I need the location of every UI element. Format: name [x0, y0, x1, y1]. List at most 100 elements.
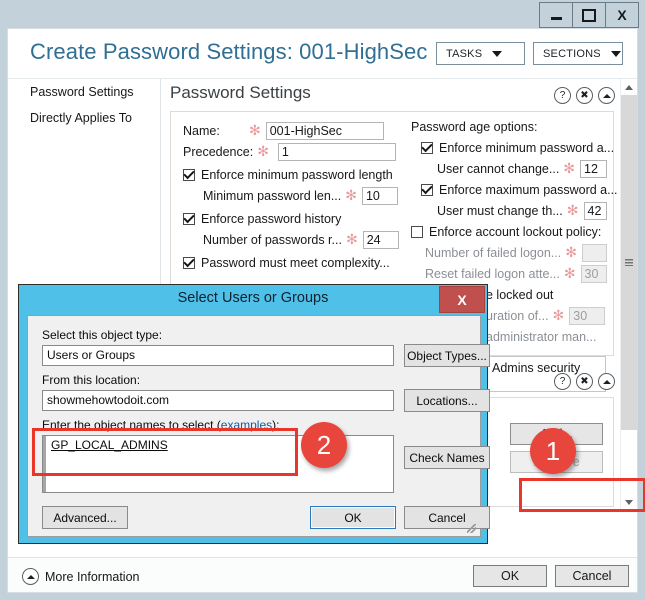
chevron-down-icon	[492, 50, 503, 57]
sidebar-item-label: Password Settings	[30, 85, 134, 99]
name-input[interactable]: 001-HighSec	[265, 121, 384, 140]
lockout-duration-input[interactable]: 30	[569, 306, 606, 325]
scrollbar-thumb[interactable]	[621, 95, 637, 430]
checkbox-checked-icon[interactable]	[421, 140, 433, 154]
precedence-row: Precedence: ✻ 1	[183, 141, 401, 162]
min-age-row: User cannot change... ✻ 12	[411, 158, 607, 179]
required-asterisk-icon: ✻	[345, 231, 358, 248]
checkbox-checked-icon[interactable]	[183, 167, 195, 181]
checkbox-unchecked-icon[interactable]	[411, 225, 423, 238]
page-title: Create Password Settings: 001-HighSec	[30, 39, 428, 64]
enforce-lockout-label: Enforce account lockout policy:	[429, 224, 602, 239]
max-age-input[interactable]: 42	[583, 201, 607, 220]
required-asterisk-icon: ✻	[565, 244, 577, 261]
failed-logon-row: Number of failed logon... ✻	[411, 242, 607, 263]
dialog-close-button[interactable]: X	[439, 286, 485, 313]
grip-icon	[625, 259, 633, 266]
object-types-button[interactable]: Object Types...	[404, 344, 490, 367]
checkbox-checked-icon[interactable]	[421, 182, 433, 196]
header-bar: Create Password Settings: 001-HighSec TA…	[8, 29, 637, 79]
failed-logon-input[interactable]	[581, 243, 607, 262]
minimize-button[interactable]	[539, 2, 573, 28]
sections-dropdown[interactable]: SECTIONS	[533, 42, 623, 65]
locations-button[interactable]: Locations...	[404, 389, 490, 412]
checkbox-checked-icon[interactable]	[183, 255, 195, 269]
history-count-label: Number of passwords r...	[203, 232, 342, 247]
reset-failed-input[interactable]: 30	[580, 264, 607, 283]
min-length-input[interactable]: 10	[361, 186, 398, 205]
maximize-icon	[582, 8, 596, 22]
section-header-icons: ? ✖	[554, 373, 615, 390]
required-asterisk-icon: ✻	[566, 202, 579, 219]
reset-failed-row: Reset failed logon atte... ✻ 30	[411, 263, 607, 284]
required-asterisk-icon: ✻	[552, 307, 565, 324]
help-icon[interactable]: ?	[554, 87, 571, 104]
enforce-history-label: Enforce password history	[201, 211, 342, 226]
enforce-min-age-label: Enforce minimum password a...	[439, 140, 615, 155]
scroll-up-button[interactable]	[621, 79, 637, 95]
section-header-icons: ? ✖	[554, 87, 615, 104]
enforce-min-length-row[interactable]: Enforce minimum password length	[183, 164, 401, 185]
dialog-ok-button[interactable]: OK	[310, 506, 396, 529]
window-controls: X	[539, 2, 639, 28]
required-asterisk-icon: ✻	[345, 187, 357, 204]
maximize-button[interactable]	[572, 2, 606, 28]
name-label: Name:	[183, 123, 220, 138]
object-type-input[interactable]: Users or Groups	[42, 345, 394, 366]
window-title-bar: X	[0, 0, 645, 28]
tasks-label: TASKS	[446, 47, 483, 60]
min-age-label: User cannot change...	[437, 161, 560, 176]
close-section-icon[interactable]: ✖	[576, 87, 593, 104]
history-count-input[interactable]: 24	[362, 230, 399, 249]
enforce-lockout-row[interactable]: Enforce account lockout policy:	[411, 221, 607, 242]
min-age-input[interactable]: 12	[580, 159, 607, 178]
enforce-max-age-row[interactable]: Enforce maximum password a...	[411, 179, 618, 200]
enforce-min-age-row[interactable]: Enforce minimum password a...	[411, 137, 614, 158]
close-section-icon[interactable]: ✖	[576, 373, 593, 390]
precedence-label: Precedence:	[183, 144, 254, 159]
object-names-highlight	[32, 428, 298, 476]
more-information-link[interactable]: More Information	[22, 568, 139, 585]
dialog-title-bar: Select Users or Groups X	[19, 285, 487, 313]
location-input[interactable]: showmehowtodoit.com	[42, 390, 394, 411]
callout-badge-1: 1	[530, 428, 576, 474]
sidebar-item-directly-applies-to[interactable]: Directly Applies To	[8, 105, 160, 131]
minimize-icon	[550, 16, 562, 20]
collapse-section-icon[interactable]	[598, 87, 615, 104]
enforce-complexity-row[interactable]: Password must meet complexity...	[183, 252, 401, 273]
object-type-label: Select this object type:	[42, 328, 163, 342]
collapse-section-icon[interactable]	[598, 373, 615, 390]
enforce-complexity-label: Password must meet complexity...	[201, 255, 390, 270]
location-label: From this location:	[42, 373, 141, 387]
callout-badge-2: 2	[301, 422, 347, 468]
section-title: Password Settings	[170, 83, 311, 102]
sidebar-item-label: Directly Applies To	[30, 111, 132, 125]
checkbox-checked-icon[interactable]	[183, 211, 195, 225]
precedence-input[interactable]: 1	[277, 142, 396, 161]
sections-label: SECTIONS	[543, 47, 601, 60]
dialog-title: Select Users or Groups	[177, 290, 329, 306]
enforce-max-age-label: Enforce maximum password a...	[439, 182, 618, 197]
dialog-body: Select this object type: Users or Groups…	[27, 315, 490, 537]
required-asterisk-icon: ✻	[563, 265, 576, 282]
tasks-dropdown[interactable]: TASKS	[436, 42, 525, 65]
password-settings-section-header: Password Settings ? ✖	[162, 79, 623, 111]
footer-cancel-button[interactable]: Cancel	[555, 565, 629, 587]
enforce-history-row[interactable]: Enforce password history	[183, 208, 401, 229]
close-button[interactable]: X	[605, 2, 639, 28]
content-scrollbar[interactable]	[620, 79, 637, 510]
failed-logon-label: Number of failed logon...	[425, 245, 562, 260]
dialog-cancel-button[interactable]: Cancel	[404, 506, 490, 529]
resize-grip-icon[interactable]	[467, 524, 476, 533]
sidebar-item-password-settings[interactable]: Password Settings	[8, 79, 160, 105]
reset-failed-label: Reset failed logon atte...	[425, 266, 560, 281]
admin-unlock-label: administrator man...	[486, 329, 597, 344]
check-names-button[interactable]: Check Names	[404, 446, 490, 469]
password-settings-left-column: Name: ✻ 001-HighSec Precedence: ✻ 1 Enfo…	[183, 120, 401, 273]
collapse-icon	[22, 568, 39, 585]
footer-ok-button[interactable]: OK	[473, 565, 547, 587]
advanced-button[interactable]: Advanced...	[42, 506, 128, 529]
help-icon[interactable]: ?	[554, 373, 571, 390]
chevron-up-icon	[625, 84, 633, 90]
window-footer: More Information OK Cancel	[7, 557, 638, 593]
